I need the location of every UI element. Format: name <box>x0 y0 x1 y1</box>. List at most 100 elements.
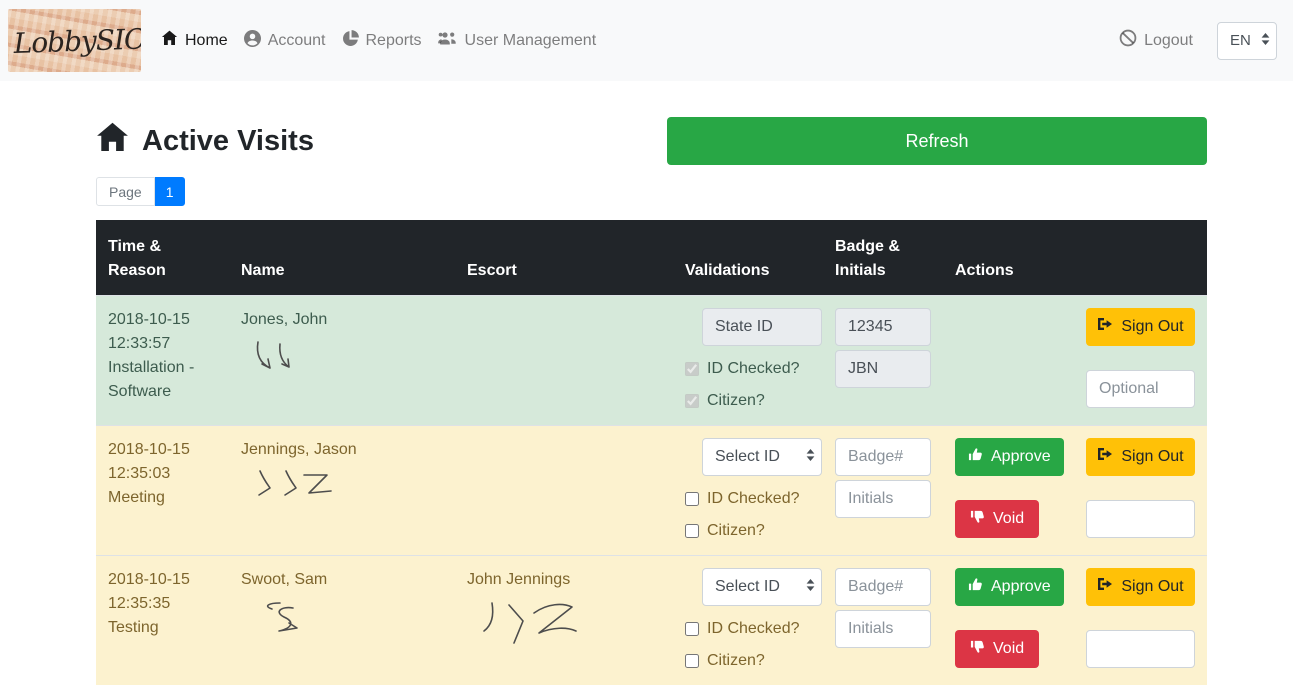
approve-void-stack <box>955 308 1062 408</box>
sign-out-label: Sign Out <box>1121 578 1183 596</box>
initials-input[interactable] <box>835 480 931 518</box>
id-checked-row: ID Checked? <box>685 487 811 511</box>
page-title: Active Visits <box>96 122 667 160</box>
visit-reason: Meeting <box>108 486 217 510</box>
citizen-row: Citizen? <box>685 519 811 543</box>
name-cell: Jennings, Jason <box>229 425 455 555</box>
thumbs-up-icon <box>968 447 983 467</box>
page-title-text: Active Visits <box>142 125 314 158</box>
table-header-row: Time & Reason Name Escort Validations Ba… <box>96 220 1207 295</box>
void-label: Void <box>993 510 1024 528</box>
sign-out-button[interactable]: Sign Out <box>1086 568 1195 606</box>
page-label-button[interactable]: Page <box>96 177 155 206</box>
sign-out-button[interactable]: Sign Out <box>1086 308 1195 346</box>
void-label: Void <box>993 640 1024 658</box>
escort-name: John Jennings <box>467 568 661 592</box>
language-select[interactable]: EN <box>1217 22 1277 60</box>
person-icon <box>244 30 261 52</box>
language-select-wrap: EN <box>1217 22 1277 60</box>
visit-row: 2018-10-15 12:35:35 Testing Swoot, Sam J… <box>96 555 1207 685</box>
optional-input[interactable] <box>1086 370 1195 408</box>
validations-cell: ID Checked? Citizen? <box>673 295 823 425</box>
name-cell: Jones, John <box>229 295 455 425</box>
id-checked-checkbox[interactable] <box>685 622 699 636</box>
id-checked-checkbox[interactable] <box>685 492 699 506</box>
void-button[interactable]: Void <box>955 630 1039 668</box>
nav-item-reports[interactable]: Reports <box>334 22 430 60</box>
badge-initials-cell <box>823 555 943 685</box>
logout-icon <box>1119 29 1137 52</box>
badge-input[interactable] <box>835 438 931 476</box>
id-checked-row: ID Checked? <box>685 617 811 641</box>
approve-label: Approve <box>991 578 1051 596</box>
col-header-escort: Escort <box>455 220 673 295</box>
main-nav: Home Account Reports User Management <box>153 22 604 60</box>
nav-item-account[interactable]: Account <box>236 22 334 60</box>
pie-chart-icon <box>342 30 359 52</box>
app-logo[interactable]: LobbySIO <box>8 9 141 72</box>
citizen-row: Citizen? <box>685 649 811 673</box>
optional-input[interactable] <box>1086 630 1195 668</box>
visit-time: 2018-10-15 12:33:57 <box>108 308 217 356</box>
nav-item-user-management[interactable]: User Management <box>430 22 605 59</box>
approve-button[interactable]: Approve <box>955 568 1064 606</box>
sign-out-icon <box>1097 317 1113 336</box>
id-checked-checkbox <box>685 362 699 376</box>
id-type-select-wrap: Select ID <box>702 438 822 476</box>
col-header-actions: Actions <box>943 220 1207 295</box>
actions-cell: Approve Void Sign Out <box>943 555 1207 685</box>
initials-input-disabled <box>835 350 931 388</box>
nav-item-label: Reports <box>366 32 422 50</box>
visitor-signature <box>249 338 299 380</box>
title-row: Active Visits Refresh <box>96 117 1207 165</box>
nav-item-label: Account <box>268 32 326 50</box>
void-button[interactable]: Void <box>955 500 1039 538</box>
optional-input[interactable] <box>1086 500 1195 538</box>
actions-cell: Approve Void Sign Out <box>943 425 1207 555</box>
citizen-checkbox[interactable] <box>685 524 699 538</box>
badge-input[interactable] <box>835 568 931 606</box>
id-type-select[interactable]: Select ID <box>702 438 822 476</box>
id-checked-label: ID Checked? <box>707 487 800 511</box>
id-checked-label: ID Checked? <box>707 617 800 641</box>
thumbs-down-icon <box>970 639 985 659</box>
approve-button[interactable]: Approve <box>955 438 1064 476</box>
navbar: LobbySIO Home Account Reports User Manag… <box>0 0 1293 81</box>
id-type-input-disabled <box>702 308 822 346</box>
id-checked-row: ID Checked? <box>685 357 811 381</box>
logout-button[interactable]: Logout <box>1119 29 1193 52</box>
id-type-select[interactable]: Select ID <box>702 568 822 606</box>
main-content: Active Visits Refresh Page 1 Time & Reas… <box>0 81 1293 685</box>
escort-cell <box>455 425 673 555</box>
sign-out-button[interactable]: Sign Out <box>1086 438 1195 476</box>
approve-void-stack: Approve Void <box>955 438 1062 538</box>
visit-time: 2018-10-15 12:35:35 <box>108 568 217 616</box>
validations-cell: Select ID ID Checked? Citizen? <box>673 425 823 555</box>
citizen-checkbox <box>685 394 699 408</box>
refresh-button[interactable]: Refresh <box>667 117 1207 165</box>
initials-input[interactable] <box>835 610 931 648</box>
escort-signature <box>479 598 579 650</box>
visitor-name: Jennings, Jason <box>241 438 443 462</box>
visitor-name: Jones, John <box>241 308 443 332</box>
badge-input-disabled <box>835 308 931 346</box>
thumbs-down-icon <box>970 509 985 529</box>
page-number-button[interactable]: 1 <box>155 177 185 206</box>
visitor-name: Swoot, Sam <box>241 568 443 592</box>
nav-item-home[interactable]: Home <box>153 22 236 59</box>
sign-out-icon <box>1097 447 1113 466</box>
sign-out-label: Sign Out <box>1121 318 1183 336</box>
visit-time: 2018-10-15 12:35:03 <box>108 438 217 486</box>
pagination: Page 1 <box>96 177 185 206</box>
time-reason-cell: 2018-10-15 12:35:35 Testing <box>96 555 229 685</box>
citizen-label: Citizen? <box>707 649 765 673</box>
col-header-badge-initials: Badge & Initials <box>823 220 943 295</box>
badge-initials-cell <box>823 295 943 425</box>
approve-label: Approve <box>991 448 1051 466</box>
logo-text: LobbySIO <box>12 22 141 60</box>
logo-handwriting: LobbySIO <box>8 9 141 72</box>
col-header-name: Name <box>229 220 455 295</box>
visitor-signature <box>259 598 319 646</box>
citizen-checkbox[interactable] <box>685 654 699 668</box>
visit-reason: Installation - Software <box>108 356 217 404</box>
